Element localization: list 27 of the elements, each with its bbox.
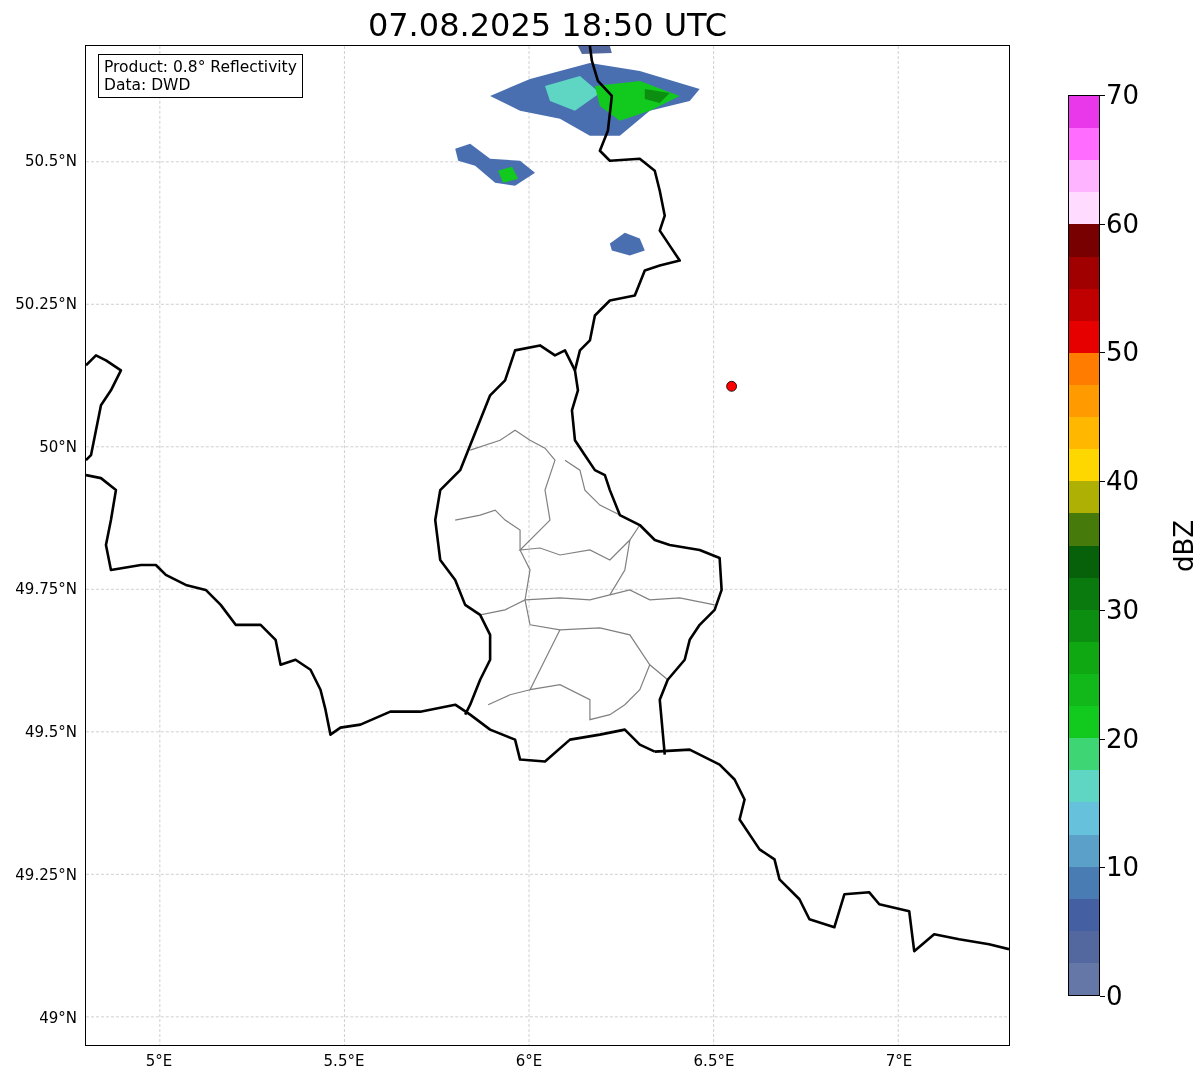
info-text: Data: DWD (104, 76, 192, 94)
colorbar-tick-label: 0 (1106, 982, 1123, 1010)
info-text: Product: 0.8° Reflectivity (104, 58, 297, 76)
latitude-label: 50°N (39, 437, 77, 456)
latitude-label: 49.25°N (15, 866, 77, 884)
latitude-label: 50.25°N (15, 294, 77, 313)
longitude-label: 6.5°E (693, 1052, 735, 1070)
radar-station-marker (726, 380, 737, 392)
chart-title: 07.08.2025 18:50 UTC (367, 5, 728, 45)
colorbar-tick-label: 40 (1106, 467, 1140, 496)
latitude-label: 49.75°N (15, 580, 77, 599)
colorbar-tick-label: 60 (1106, 209, 1140, 238)
radar-echo-drawing (609, 232, 645, 256)
colorbar-tick-label: 10 (1106, 853, 1140, 882)
colorbar-tick-label: 70 (1106, 81, 1140, 109)
latitude-label: 50.5°N (24, 152, 77, 170)
latitude-label: 49°N (39, 1008, 77, 1027)
colorbar-tick-label: 50 (1106, 338, 1140, 367)
longitude-label: 7°E (885, 1052, 913, 1070)
longitude-label: 5°E (145, 1052, 173, 1070)
latitude-label: 49.5°N (24, 723, 77, 742)
longitude-label: 6°E (515, 1052, 543, 1070)
longitude-label: 5.5°E (323, 1052, 365, 1070)
colorbar-tick-label: 20 (1106, 724, 1140, 753)
radar-echo-drawing (577, 46, 612, 54)
colorbar-unit-label: dBZ (1169, 519, 1200, 572)
colorbar-tick-label: 30 (1106, 595, 1140, 624)
